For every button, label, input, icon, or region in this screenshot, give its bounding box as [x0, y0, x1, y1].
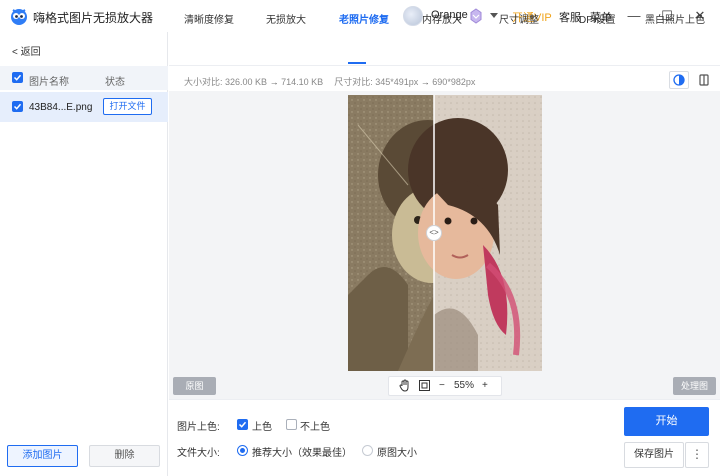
split-view-icon	[699, 74, 709, 86]
compare-slider-handle[interactable]: <>	[426, 225, 442, 241]
select-all-checkbox[interactable]	[12, 72, 23, 83]
zoom-in-button[interactable]: +	[482, 380, 488, 391]
tab-dpi-settings[interactable]: DPI设置	[579, 11, 616, 26]
arrow-right-icon: →	[420, 77, 430, 87]
app-logo-icon	[11, 9, 27, 25]
size-to: 714.10 KB	[281, 77, 324, 87]
colorize-option-no[interactable]: 不上色	[300, 418, 330, 433]
tab-clarity-repair[interactable]: 清晰度修复	[184, 11, 234, 26]
back-button[interactable]: < 返回	[12, 43, 41, 58]
zoom-level: 55%	[454, 380, 475, 391]
back-label: 返回	[20, 47, 41, 58]
chevron-left-icon: <	[12, 47, 18, 58]
recommended-size-radio[interactable]	[237, 445, 248, 456]
compare-info: 大小对比: 326.00 KB → 714.10 KB 尺寸对比: 345*49…	[184, 75, 475, 88]
tab-old-photo-repair[interactable]: 老照片修复	[339, 11, 389, 26]
no-colorize-checkbox[interactable]	[286, 419, 297, 430]
minimize-button[interactable]: —	[624, 6, 644, 26]
colorize-option-yes[interactable]: 上色	[252, 418, 272, 433]
size-compare-label: 大小对比:	[184, 77, 223, 87]
compare-photo[interactable]	[348, 95, 542, 371]
more-options-button[interactable]: ⋮	[685, 442, 709, 468]
add-image-button[interactable]: 添加图片	[7, 445, 78, 467]
hand-icon[interactable]	[399, 379, 411, 395]
vip-gem-icon	[470, 8, 482, 24]
processed-image-label: 处理图	[673, 377, 716, 395]
zoom-toolbar: − 55% +	[388, 376, 502, 396]
dimension-to: 690*982px	[432, 77, 476, 87]
delete-button[interactable]: 删除	[89, 445, 160, 467]
file-list-header	[0, 66, 168, 90]
user-avatar[interactable]	[403, 6, 423, 26]
header-image-name: 图片名称	[29, 77, 69, 88]
file-checkbox[interactable]	[12, 101, 23, 112]
recommended-size-option[interactable]: 推荐大小（效果最佳）	[252, 444, 352, 459]
user-dropdown-caret-icon[interactable]	[490, 13, 498, 18]
compare-mode-button[interactable]	[669, 71, 689, 89]
dimension-from: 345*491px	[375, 77, 419, 87]
support-link[interactable]: 客服	[559, 9, 581, 25]
active-tab-indicator	[348, 62, 366, 64]
tab-lossless-enlarge[interactable]: 无损放大	[266, 11, 306, 26]
zoom-out-button[interactable]: −	[439, 380, 445, 391]
open-file-button[interactable]: 打开文件	[103, 98, 152, 115]
original-image-label: 原图	[173, 377, 216, 395]
original-size-option[interactable]: 原图大小	[377, 444, 417, 459]
portrait-image	[348, 95, 542, 371]
start-button[interactable]: 开始	[624, 407, 709, 436]
file-name: 43B84...E.png	[29, 102, 93, 113]
half-circle-icon	[673, 74, 685, 86]
arrow-right-icon: →	[269, 77, 279, 87]
fit-screen-icon[interactable]	[418, 379, 431, 395]
size-from: 326.00 KB	[225, 77, 268, 87]
header-status: 状态	[105, 77, 125, 88]
original-size-radio[interactable]	[362, 445, 373, 456]
split-view-button[interactable]	[694, 71, 714, 89]
colorize-label: 图片上色:	[177, 422, 220, 433]
tab-memory-enlarge[interactable]: 内存放大	[422, 11, 462, 26]
tab-resize[interactable]: 尺寸调整	[499, 11, 539, 26]
function-tabs	[169, 32, 720, 66]
dimension-compare-label: 尺寸对比:	[334, 77, 373, 87]
save-image-button[interactable]: 保存图片	[624, 442, 684, 468]
filesize-label: 文件大小:	[177, 448, 220, 459]
app-title: 嗨格式图片无损放大器	[33, 11, 154, 25]
colorize-checkbox[interactable]	[237, 419, 248, 430]
tab-bw-colorize[interactable]: 黑白照片上色	[645, 11, 705, 26]
